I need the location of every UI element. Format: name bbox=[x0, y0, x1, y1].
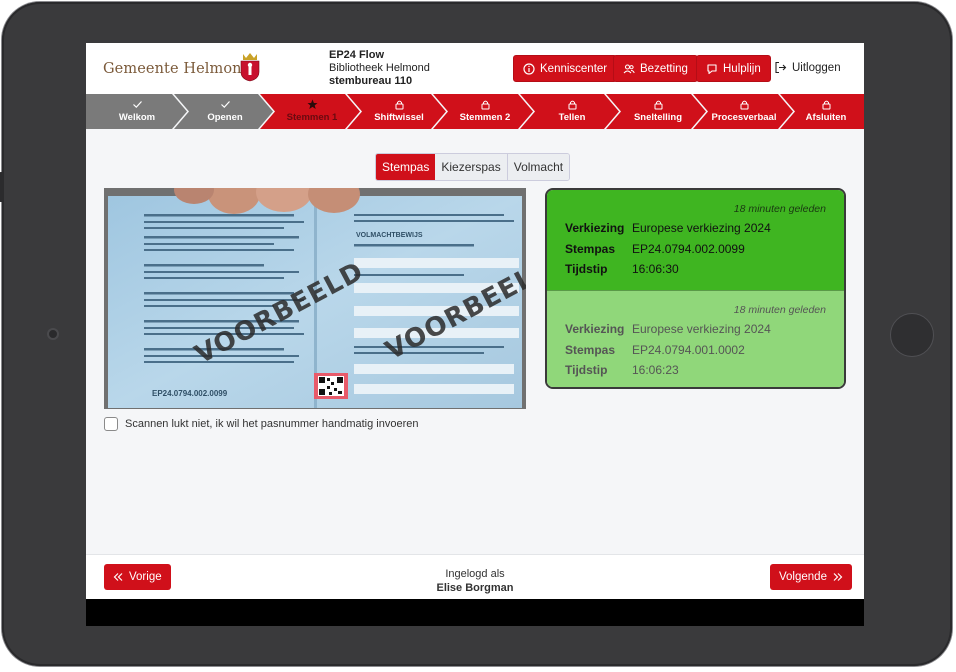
time-value: 16:06:30 bbox=[632, 262, 679, 276]
tab-stempas[interactable]: Stempas bbox=[376, 154, 436, 180]
history-time-ago: 18 minuten geleden bbox=[733, 203, 826, 215]
next-label: Volgende bbox=[779, 571, 827, 583]
steps-labels: Welkom Openen Stemmen 1 Shiftwissel Stem… bbox=[86, 94, 864, 129]
pass-key: Stempas bbox=[565, 342, 616, 357]
hulplijn-button[interactable]: Hulplijn bbox=[696, 55, 771, 82]
lock-icon bbox=[395, 100, 403, 110]
step-label: Stemmen 1 bbox=[286, 112, 338, 123]
time-key: Tijdstip bbox=[565, 262, 608, 276]
step-procesverbaal: Procesverbaal bbox=[699, 94, 789, 129]
double-chevron-right-icon bbox=[833, 573, 843, 581]
step-welkom[interactable]: Welkom bbox=[92, 94, 182, 129]
check-icon bbox=[220, 101, 230, 109]
app-header: Gemeente Helmond EP24 Flow Bibliotheek H… bbox=[86, 43, 864, 94]
manual-entry-option[interactable]: Scannen lukt niet, ik wil het pasnummer … bbox=[104, 417, 419, 431]
pass-value: EP24.0794.002.0099 bbox=[632, 241, 745, 256]
camera-icon bbox=[47, 328, 59, 340]
session-info: EP24 Flow Bibliotheek Helmond stembureau… bbox=[329, 49, 430, 88]
time-key: Tijdstip bbox=[565, 363, 608, 377]
election-value: Europese verkiezing 2024 bbox=[632, 322, 771, 336]
scan-code-text: EP24.0794.002.0099 bbox=[152, 389, 228, 398]
logout-label: Uitloggen bbox=[792, 61, 841, 74]
lock-icon bbox=[568, 100, 576, 110]
election-key: Verkiezing bbox=[565, 322, 625, 336]
history-time-ago: 18 minuten geleden bbox=[733, 304, 826, 316]
hulplijn-label: Hulplijn bbox=[723, 62, 761, 75]
lock-icon bbox=[822, 100, 830, 110]
kenniscenter-label: Kenniscenter bbox=[540, 62, 608, 75]
logged-in-info: Ingelogd als Elise Borgman bbox=[86, 567, 864, 595]
step-sneltelling: Sneltelling bbox=[613, 94, 703, 129]
chat-icon bbox=[707, 63, 717, 74]
info-icon bbox=[523, 62, 535, 75]
home-button[interactable] bbox=[890, 313, 934, 357]
logout-link[interactable]: Uitloggen bbox=[774, 61, 841, 74]
time-value: 16:06:23 bbox=[632, 363, 679, 377]
step-label: Openen bbox=[207, 112, 243, 123]
bezetting-label: Bezetting bbox=[640, 62, 688, 75]
manual-entry-checkbox[interactable] bbox=[104, 417, 118, 431]
tab-volmacht[interactable]: Volmacht bbox=[506, 154, 570, 180]
step-label: Afsluiten bbox=[805, 112, 847, 123]
camera-scan-view: VOLMACHTBEWIJS VOORBEELD VOORBEELD EP24.… bbox=[104, 188, 526, 409]
app-name: EP24 Flow bbox=[329, 49, 385, 61]
election-value: Europese verkiezing 2024 bbox=[632, 221, 771, 235]
location-name: Bibliotheek Helmond bbox=[329, 62, 430, 74]
manual-entry-label: Scannen lukt niet, ik wil het pasnummer … bbox=[125, 418, 419, 430]
step-openen[interactable]: Openen bbox=[180, 94, 270, 129]
step-label: Sneltelling bbox=[633, 112, 683, 123]
step-stemmen-1[interactable]: Stemmen 1 bbox=[267, 94, 357, 129]
scan-type-tabs: Stempas Kiezerspas Volmacht bbox=[375, 153, 571, 181]
scan-history-panel: 18 minuten geleden Verkiezing Europese ve… bbox=[545, 188, 846, 389]
step-tellen: Tellen bbox=[527, 94, 617, 129]
municipal-crest-icon bbox=[240, 53, 260, 82]
history-card-latest: 18 minuten geleden Verkiezing Europese ve… bbox=[547, 190, 844, 290]
pass-key: Stempas bbox=[565, 241, 616, 256]
lock-icon bbox=[740, 100, 748, 110]
logout-icon bbox=[775, 61, 787, 74]
footer-bar: Vorige Ingelogd als Elise Borgman Volgen… bbox=[86, 554, 864, 599]
history-card-previous: 18 minuten geleden Verkiezing Europese ve… bbox=[547, 290, 844, 387]
screen-bottom-bar bbox=[86, 599, 864, 626]
step-label: Procesverbaal bbox=[711, 112, 777, 123]
brand-name: Gemeente Helmond bbox=[103, 61, 251, 77]
step-label: Stemmen 2 bbox=[459, 112, 511, 123]
step-label: Tellen bbox=[558, 112, 586, 123]
user-name: Elise Borgman bbox=[436, 582, 514, 594]
step-afsluiten: Afsluiten bbox=[784, 94, 864, 129]
step-label: Shiftwissel bbox=[374, 112, 424, 123]
next-button[interactable]: Volgende bbox=[770, 564, 852, 590]
scan-heading-text: VOLMACHTBEWIJS bbox=[356, 232, 423, 239]
users-icon bbox=[623, 63, 635, 73]
tab-kiezerspas[interactable]: Kiezerspas bbox=[435, 154, 507, 180]
scanned-pass-image: VOLMACHTBEWIJS VOORBEELD VOORBEELD EP24.… bbox=[104, 188, 526, 409]
lock-icon bbox=[654, 100, 662, 110]
logged-in-label: Ingelogd als bbox=[445, 568, 505, 580]
polling-station: stembureau 110 bbox=[329, 75, 413, 87]
election-key: Verkiezing bbox=[565, 221, 625, 235]
pass-value: EP24.0794.001.0002 bbox=[632, 342, 745, 357]
star-icon bbox=[307, 99, 317, 109]
kenniscenter-button[interactable]: Kenniscenter bbox=[513, 55, 618, 82]
check-icon bbox=[132, 101, 142, 109]
step-shiftwissel: Shiftwissel bbox=[354, 94, 444, 129]
step-label: Welkom bbox=[118, 112, 156, 123]
step-stemmen-2: Stemmen 2 bbox=[440, 94, 530, 129]
lock-icon bbox=[481, 100, 489, 110]
app-screen: Gemeente Helmond EP24 Flow Bibliotheek H… bbox=[86, 43, 864, 626]
bezetting-button[interactable]: Bezetting bbox=[613, 55, 698, 82]
tablet-side-button bbox=[0, 172, 4, 202]
